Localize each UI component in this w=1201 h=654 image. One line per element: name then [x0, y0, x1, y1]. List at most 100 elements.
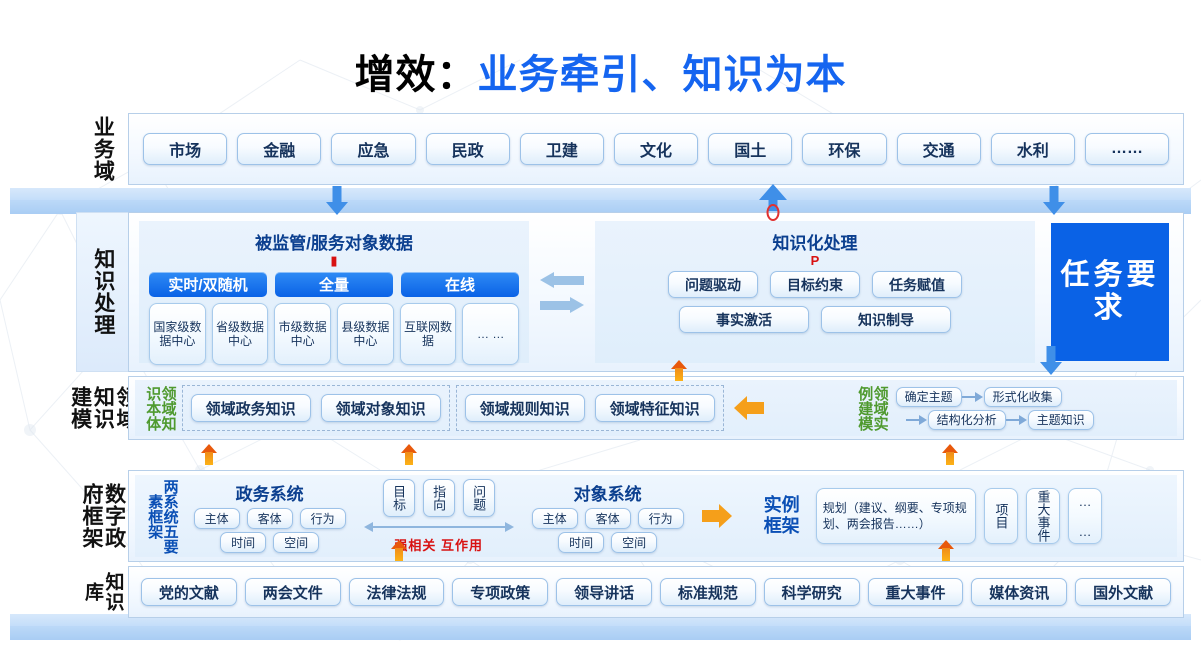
- chip-business-domain[interactable]: 环保: [802, 133, 886, 165]
- chip-scientific-research[interactable]: 科学研究: [764, 578, 860, 606]
- page-title-accent: 业务牵引、知识为本: [478, 53, 847, 97]
- instance-item-project[interactable]: 项目: [984, 488, 1018, 544]
- chip-business-domain[interactable]: 交通: [897, 133, 981, 165]
- chip-business-domain[interactable]: 民政: [426, 133, 510, 165]
- data-source-provincial[interactable]: 省级数据中心: [212, 303, 269, 365]
- row-knowledge-processing: 知识处理 被监管/服务对象数据 ▮ 实时/双随机 全量 在线 国家级数据中心 省…: [76, 212, 1184, 372]
- arrow-right-icon: [540, 297, 584, 313]
- chip-problem[interactable]: 问题: [463, 479, 495, 517]
- bidirectional-exchange-arrows: [529, 219, 595, 365]
- data-source-national[interactable]: 国家级数据中心: [149, 303, 206, 365]
- chip-major-events[interactable]: 重大事件: [868, 578, 964, 606]
- chip-business-domain[interactable]: 卫建: [520, 133, 604, 165]
- chip-business-domain[interactable]: 应急: [331, 133, 415, 165]
- chip-gov-subject[interactable]: 主体: [194, 508, 240, 529]
- row-digital-gov-framework: 数字政府框架 两系统五要素框架 政务系统 主体 客体 行为 时间 空间: [76, 470, 1184, 562]
- instance-item-major-event[interactable]: 重大事件: [1026, 488, 1060, 544]
- chip-business-domain-more[interactable]: ……: [1085, 133, 1169, 165]
- chip-object-object[interactable]: 客体: [585, 508, 631, 529]
- chip-business-domain[interactable]: 水利: [991, 133, 1075, 165]
- chip-task-assignment[interactable]: 任务赋值: [872, 271, 962, 298]
- orange-arrow-left-icon: [734, 396, 764, 420]
- chip-gov-space[interactable]: 空间: [273, 532, 319, 553]
- gov-system-title: 政务系统: [236, 480, 304, 505]
- chip-goal[interactable]: 目标: [383, 479, 415, 517]
- chip-business-domain[interactable]: 金融: [237, 133, 321, 165]
- chip-domain-feature-knowledge[interactable]: 领域特征知识: [595, 394, 715, 422]
- object-system-row-top: 主体 客体 行为: [532, 508, 684, 529]
- arrow-bar: [540, 301, 571, 310]
- up-arrow-orange-c: [941, 444, 959, 468]
- data-source-more[interactable]: … …: [462, 303, 519, 365]
- instance-item-planning[interactable]: 规划（建议、纲要、专项规划、两会报告……）: [816, 488, 976, 544]
- chip-problem-driven[interactable]: 问题驱动: [668, 271, 758, 298]
- gov-system-row-bottom: 时间 空间: [220, 532, 319, 553]
- down-arrow-task: [1039, 346, 1063, 376]
- chip-object-space[interactable]: 空间: [611, 532, 657, 553]
- arrow-head: [1043, 202, 1065, 215]
- knowledge-method-row-2: 事实激活 知识制导: [605, 306, 1025, 333]
- tab-full-volume[interactable]: 全量: [275, 272, 393, 297]
- chip-goal-constraint[interactable]: 目标约束: [770, 271, 860, 298]
- chip-party-literature[interactable]: 党的文献: [141, 578, 237, 606]
- arrow-shaft: [946, 452, 954, 465]
- task-requirement-box[interactable]: 任务要求: [1051, 223, 1169, 361]
- chip-business-domain[interactable]: 文化: [614, 133, 698, 165]
- chip-gov-object[interactable]: 客体: [247, 508, 293, 529]
- data-source-municipal[interactable]: 市级数据中心: [274, 303, 331, 365]
- ontology-group: 领域知识本体 领域政务知识 领域对象知识 领域规则知识 领域特征知识: [135, 380, 847, 436]
- panel-knowledge-processing: 知识化处理 P 问题驱动 目标约束 任务赋值 事实激活 知识制导: [595, 221, 1035, 363]
- chip-structural-analysis[interactable]: 结构化分析: [928, 410, 1006, 430]
- knowledge-base-container: 党的文献 两会文件 法律法规 专项政策 领导讲话 标准规范 科学研究 重大事件 …: [128, 566, 1184, 618]
- relation-chip-list: 目标 指向 问题: [383, 479, 495, 517]
- chip-object-behavior[interactable]: 行为: [638, 508, 684, 529]
- chip-orientation[interactable]: 指向: [423, 479, 455, 517]
- orange-arrow-shape: [734, 396, 764, 420]
- data-source-county[interactable]: 县级数据中心: [337, 303, 394, 365]
- row-label-digital-gov-framework: 数字政府框架: [76, 470, 128, 562]
- chip-gov-time[interactable]: 时间: [220, 532, 266, 553]
- chip-formalized-collection[interactable]: 形式化收集: [984, 387, 1062, 407]
- instance-modeling-group: 领域实例建模 确定主题 形式化收集 结构化分析 主题知识: [847, 380, 1177, 436]
- chip-determine-topic[interactable]: 确定主题: [896, 387, 962, 407]
- label-domain-instance-modeling: 领域实例建模: [857, 380, 888, 436]
- chip-knowledge-guidance[interactable]: 知识制导: [821, 306, 951, 333]
- chip-object-time[interactable]: 时间: [558, 532, 604, 553]
- chip-domain-rule-knowledge[interactable]: 领域规则知识: [465, 394, 585, 422]
- chip-business-domain[interactable]: 市场: [143, 133, 227, 165]
- row-label-domain-knowledge-modeling: 领域知识建模: [76, 376, 128, 440]
- arrow-head: [1040, 362, 1062, 375]
- chip-domain-affairs-knowledge[interactable]: 领域政务知识: [191, 394, 311, 422]
- knowledge-method-row-1: 问题驱动 目标约束 任务赋值: [605, 271, 1025, 298]
- chip-media-news[interactable]: 媒体资讯: [971, 578, 1067, 606]
- tab-online[interactable]: 在线: [401, 272, 519, 297]
- chip-two-sessions-docs[interactable]: 两会文件: [245, 578, 341, 606]
- business-domain-container: 市场 金融 应急 民政 卫建 文化 国土 环保 交通 水利 ……: [128, 113, 1184, 185]
- arrow-shaft: [333, 186, 342, 202]
- band-top-face: [10, 188, 1191, 200]
- slide-root: 增效：业务牵引、知识为本 业务域: [0, 0, 1201, 654]
- two-system-five-element-panel: 两系统五要素框架 政务系统 主体 客体 行为 时间 空间 目标: [135, 475, 746, 557]
- knowledge-base-chip-list: 党的文献 两会文件 法律法规 专项政策 领导讲话 标准规范 科学研究 重大事件 …: [141, 578, 1171, 606]
- down-arrow-left: [325, 186, 349, 216]
- tab-realtime-random[interactable]: 实时/双随机: [149, 272, 267, 297]
- chip-standards[interactable]: 标准规范: [660, 578, 756, 606]
- chip-topic-knowledge[interactable]: 主题知识: [1028, 410, 1094, 430]
- instance-item-more[interactable]: … …: [1068, 488, 1102, 544]
- chip-object-subject[interactable]: 主体: [532, 508, 578, 529]
- panel-supervised-object-data: 被监管/服务对象数据 ▮ 实时/双随机 全量 在线 国家级数据中心 省级数据中心…: [139, 221, 529, 363]
- chip-business-domain[interactable]: 国土: [708, 133, 792, 165]
- orange-arrow-shape: [702, 504, 732, 528]
- up-arrow-orange-e: [937, 540, 955, 564]
- chip-foreign-literature[interactable]: 国外文献: [1075, 578, 1171, 606]
- chip-leader-speech[interactable]: 领导讲话: [556, 578, 652, 606]
- bidirectional-relation-arrow-icon: [364, 522, 514, 532]
- data-source-internet[interactable]: 互联网数据: [400, 303, 457, 365]
- chip-gov-behavior[interactable]: 行为: [300, 508, 346, 529]
- chip-domain-object-knowledge[interactable]: 领域对象知识: [321, 394, 441, 422]
- ontology-subgroup-b: 领域规则知识 领域特征知识: [456, 385, 724, 431]
- chip-special-policy[interactable]: 专项政策: [452, 578, 548, 606]
- panel-title-knowledgeization: 知识化处理: [605, 229, 1025, 254]
- chip-laws-regulations[interactable]: 法律法规: [349, 578, 445, 606]
- chip-fact-activation[interactable]: 事实激活: [679, 306, 809, 333]
